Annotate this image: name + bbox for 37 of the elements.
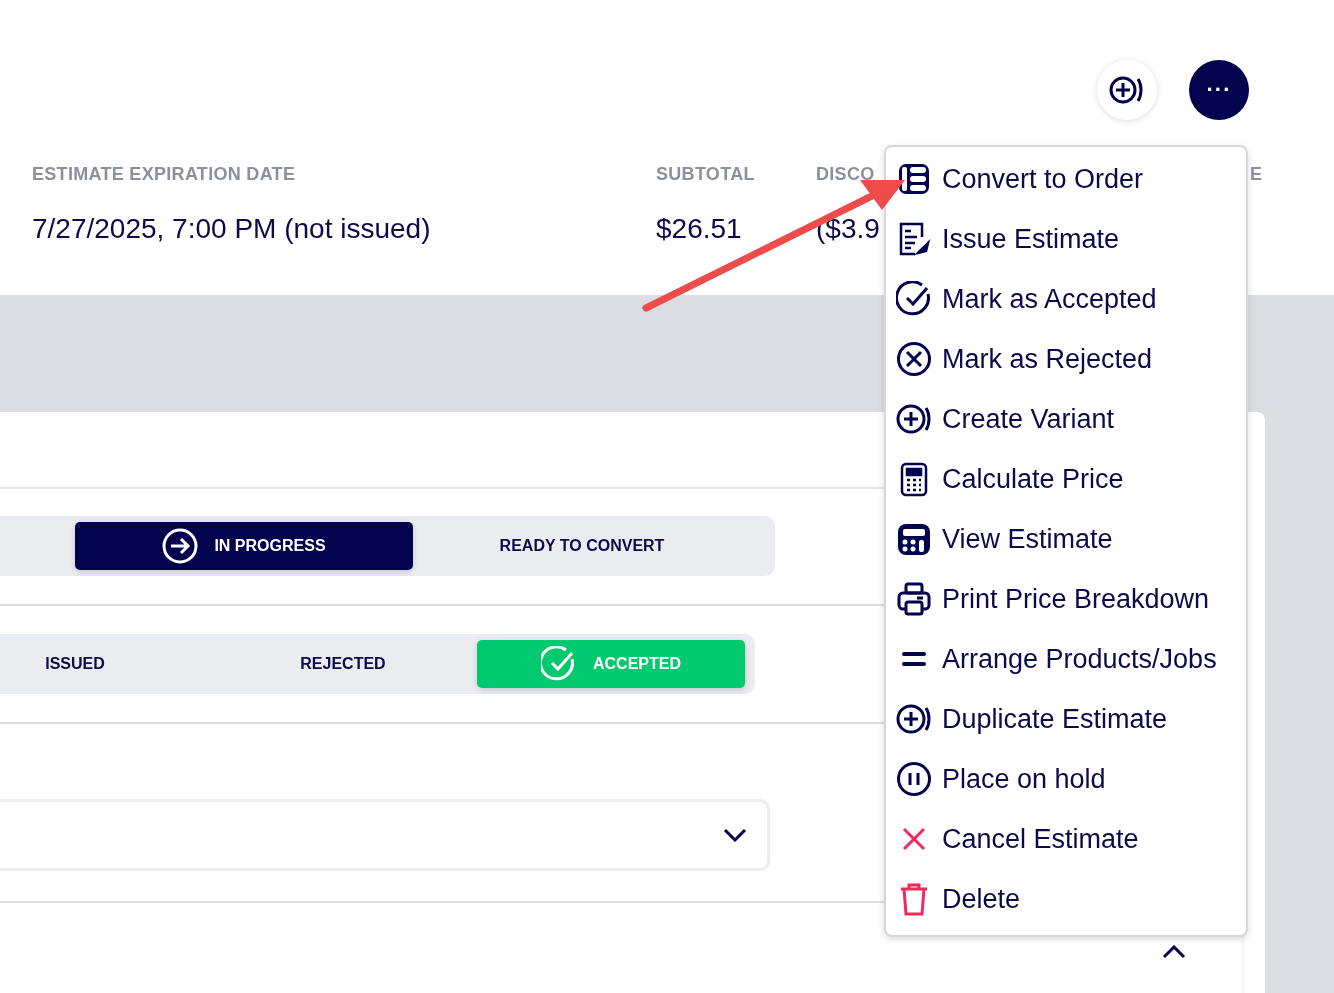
menu-item[interactable]: Convert to Order (896, 149, 1246, 209)
check-circle-icon (541, 646, 577, 682)
status-option[interactable]: ISSUED (0, 640, 209, 688)
check-circle-icon (896, 281, 932, 317)
plus-circle-icon (1109, 75, 1145, 105)
column-value: 7/27/2025, 7:00 PM (not issued) (32, 213, 431, 245)
menu-item[interactable]: Calculate Price (896, 449, 1246, 509)
menu-item[interactable]: Duplicate Estimate (896, 689, 1246, 749)
add-button[interactable] (1097, 60, 1157, 120)
dropdown-field[interactable] (0, 799, 770, 871)
column-value: $26.51 (656, 213, 742, 245)
menu-item[interactable]: Mark as Accepted (896, 269, 1246, 329)
column-heading: DISCO (816, 164, 875, 185)
menu-item[interactable]: Delete (896, 869, 1246, 929)
status-option[interactable]: IN PROGRESS (75, 522, 413, 570)
printer-icon (896, 581, 932, 617)
menu-item[interactable]: Arrange Products/Jobs (896, 629, 1246, 689)
column-heading: E (1250, 164, 1263, 185)
menu-item[interactable]: Create Variant (896, 389, 1246, 449)
menu-item[interactable]: Print Price Breakdown (896, 569, 1246, 629)
column-heading: ESTIMATE EXPIRATION DATE (32, 164, 296, 185)
status-option[interactable]: REJECTED (209, 640, 477, 688)
menu-item[interactable]: Mark as Rejected (896, 329, 1246, 389)
status-option[interactable]: READY TO CONVERT (413, 522, 751, 570)
x-circle-icon (896, 341, 932, 377)
more-button[interactable]: ··· (1189, 60, 1249, 120)
column-heading: SUBTOTAL (656, 164, 755, 185)
chevron-up-icon[interactable] (1162, 945, 1186, 959)
menu-item[interactable]: Cancel Estimate (896, 809, 1246, 869)
menu-item[interactable]: View Estimate (896, 509, 1246, 569)
menu-item[interactable]: Issue Estimate (896, 209, 1246, 269)
list-icon (896, 161, 932, 197)
chevron-down-icon (723, 828, 747, 842)
calculator-icon (896, 521, 932, 557)
menu-item[interactable]: Place on hold (896, 749, 1246, 809)
pause-icon (896, 761, 932, 797)
arrow-circle-icon (162, 528, 199, 564)
